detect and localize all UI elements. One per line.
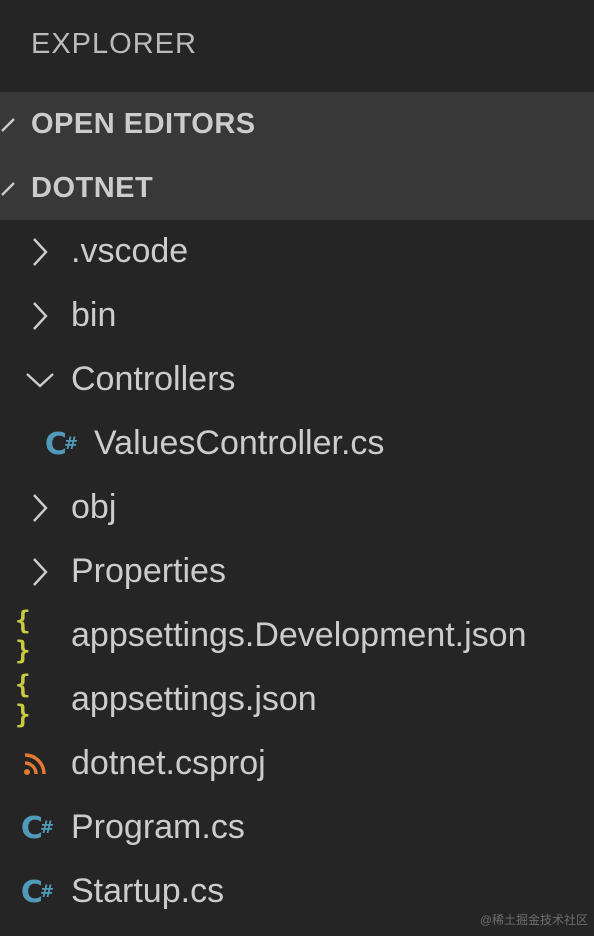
tree-item-appsettings-development-file[interactable]: { } appsettings.Development.json [0,604,594,668]
watermark: @稀土掘金技术社区 [479,913,588,927]
chevron-down-icon [20,348,60,412]
tree-item-label: appsettings.Development.json [71,616,527,654]
tree-item-label: .vscode [71,232,189,270]
tree-item-bin-folder[interactable]: bin [0,284,594,348]
explorer-title: EXPLORER [31,28,197,60]
json-file-icon: { } [15,606,33,666]
tree-item-label: Controllers [71,360,236,398]
chevron-expanded-icon [1,182,15,196]
explorer-panel: EXPLORER OPEN EDITORS DOTNET .vscode bin [0,0,594,936]
tree-item-obj-folder[interactable]: obj [0,476,594,540]
tree-item-appsettings-file[interactable]: { } appsettings.json [0,668,594,732]
chevron-right-icon [20,540,60,604]
tree-item-label: Program.cs [71,808,245,846]
chevron-right-icon [20,284,60,348]
csharp-file-icon: C # [20,874,54,910]
tree-item-label: obj [71,488,117,526]
tree-item-label: bin [71,296,117,334]
tree-item-label: ValuesController.cs [94,424,385,462]
tree-item-label: Properties [71,552,226,590]
tree-item-label: Startup.cs [71,872,225,910]
json-file-icon: { } [15,670,33,730]
section-open-editors[interactable]: OPEN EDITORS [0,92,594,156]
csharp-file-icon: C # [20,810,54,846]
csharp-file-icon: C # [44,426,78,462]
tree-item-controllers-folder[interactable]: Controllers [0,348,594,412]
tree-item-vscode-folder[interactable]: .vscode [0,220,594,284]
rss-file-icon [15,732,55,796]
tree-item-label: dotnet.csproj [71,744,266,782]
tree-item-label: appsettings.json [71,680,317,718]
chevron-collapsed-icon [1,118,15,132]
tree-item-valuescontroller-file[interactable]: C # ValuesController.cs [0,412,594,476]
file-tree: .vscode bin Controllers C # ValuesControl… [0,220,594,924]
section-dotnet-label: DOTNET [31,171,154,204]
tree-item-program-file[interactable]: C # Program.cs [0,796,594,860]
tree-item-properties-folder[interactable]: Properties [0,540,594,604]
section-open-editors-label: OPEN EDITORS [31,107,256,140]
chevron-right-icon [20,476,60,540]
section-dotnet[interactable]: DOTNET [0,156,594,220]
tree-item-csproj-file[interactable]: dotnet.csproj [0,732,594,796]
chevron-right-icon [20,220,60,284]
